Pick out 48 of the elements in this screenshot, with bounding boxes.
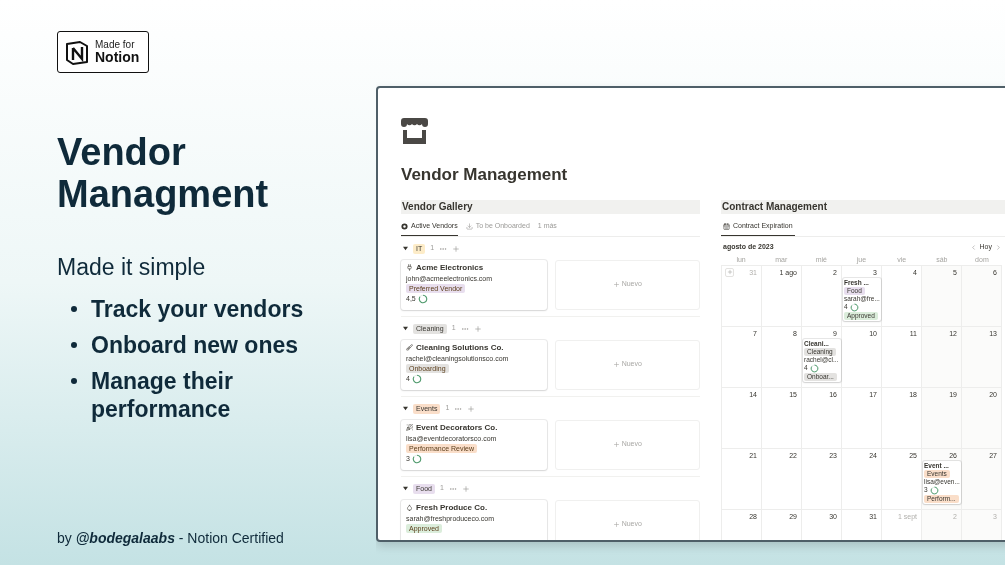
- progress-ring-icon: [411, 453, 422, 464]
- calendar-icon: [723, 222, 730, 230]
- add-icon: [612, 361, 620, 368]
- caret-icon[interactable]: [403, 406, 408, 411]
- badge-title: Notion: [95, 50, 140, 64]
- add-icon[interactable]: [461, 484, 470, 493]
- party-popper-icon: [406, 424, 413, 431]
- progress-ring-icon: [411, 373, 422, 384]
- subtitle: Made it simple: [57, 253, 207, 281]
- badge-caption: Made for: [95, 40, 136, 50]
- download-icon: [465, 222, 473, 230]
- add-icon: [726, 269, 733, 275]
- vendor-name: Cleaning Solutions Co.: [416, 342, 504, 353]
- page-title: Vendor Management: [401, 164, 569, 186]
- add-icon[interactable]: [452, 244, 461, 253]
- add-icon: [612, 521, 620, 528]
- section-header: Contract Management: [721, 200, 1005, 214]
- bullet-text: Onboard new ones: [91, 331, 300, 359]
- next-icon[interactable]: [995, 244, 1002, 251]
- section-header: Vendor Gallery: [401, 200, 700, 214]
- progress-ring-icon: [417, 293, 428, 304]
- vendor-name: Fresh Produce Co.: [416, 502, 488, 513]
- caret-icon[interactable]: [403, 246, 408, 251]
- caret-icon[interactable]: [403, 326, 408, 331]
- add-icon[interactable]: [473, 324, 482, 333]
- droplet-icon: [406, 504, 413, 511]
- brush-icon: [406, 344, 413, 351]
- caret-icon[interactable]: [403, 486, 408, 491]
- plug-icon: [406, 264, 413, 271]
- add-icon: [612, 281, 620, 288]
- progress-ring-icon: [849, 302, 859, 312]
- progress-ring-icon: [929, 485, 939, 495]
- storefront-icon: [401, 118, 428, 144]
- add-icon[interactable]: [467, 404, 476, 413]
- previous-icon[interactable]: [969, 244, 977, 251]
- bullet-icon: [71, 342, 77, 348]
- add-event-button[interactable]: [725, 267, 734, 277]
- bullet-text: Track your vendors: [91, 295, 305, 323]
- vendor-name: Event Decorators Co.: [416, 422, 498, 433]
- bullet-text: Manage their performance: [91, 367, 234, 423]
- bullet-icon: [71, 306, 77, 312]
- headline: Vendor Managment: [57, 131, 270, 215]
- author-credit: by @bodegalaabs - Notion Certified: [57, 529, 285, 548]
- add-icon: [612, 441, 620, 448]
- progress-ring-icon: [809, 363, 819, 373]
- notion-logo-icon: [65, 39, 89, 65]
- vendor-name: Acme Electronics: [416, 262, 484, 273]
- bullet-icon: [71, 378, 77, 384]
